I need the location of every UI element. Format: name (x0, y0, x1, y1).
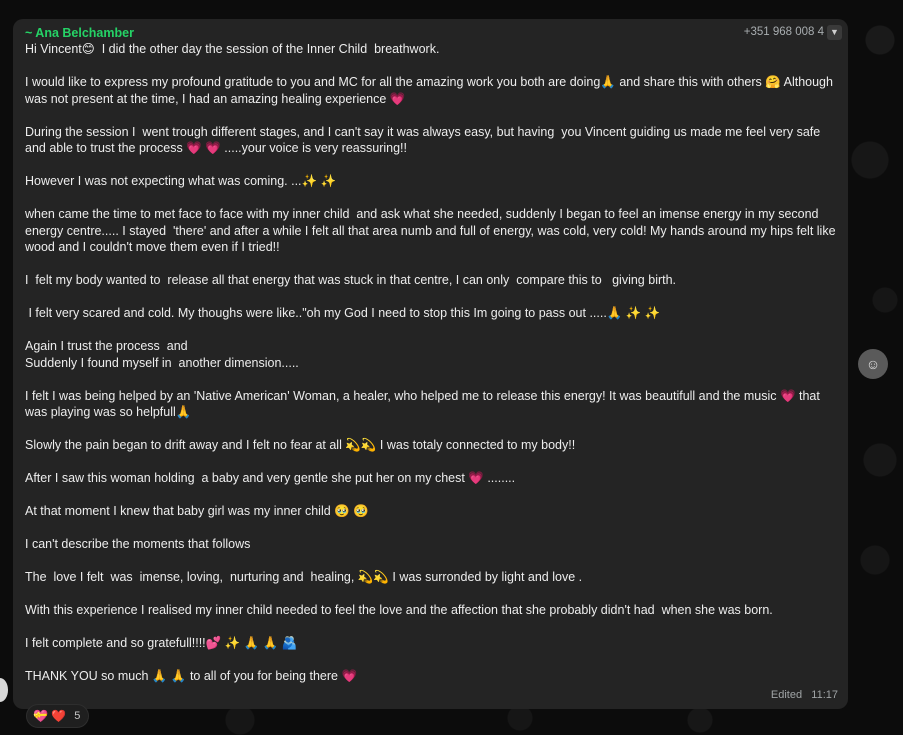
chevron-down-icon[interactable]: ▼ (827, 25, 842, 40)
sender-phone: +351 968 008 4 (743, 26, 824, 38)
reaction-emojis: 💝 ❤️ (33, 709, 67, 723)
smiley-icon[interactable]: ☺ (858, 349, 888, 379)
message-meta: Edited 11:17 (771, 689, 838, 701)
reactions-pill[interactable]: 💝 ❤️ 5 (26, 704, 90, 728)
message-bubble[interactable]: ~ Ana Belchamber +351 968 008 4 ▼ Hi Vin… (13, 19, 848, 709)
message-text: Hi Vincent😊 I did the other day the sess… (25, 42, 836, 683)
message-time: 11:17 (811, 689, 838, 701)
reaction-count: 5 (74, 710, 81, 722)
edited-label: Edited (770, 689, 803, 701)
sender-name[interactable]: ~ Ana Belchamber (25, 25, 836, 41)
